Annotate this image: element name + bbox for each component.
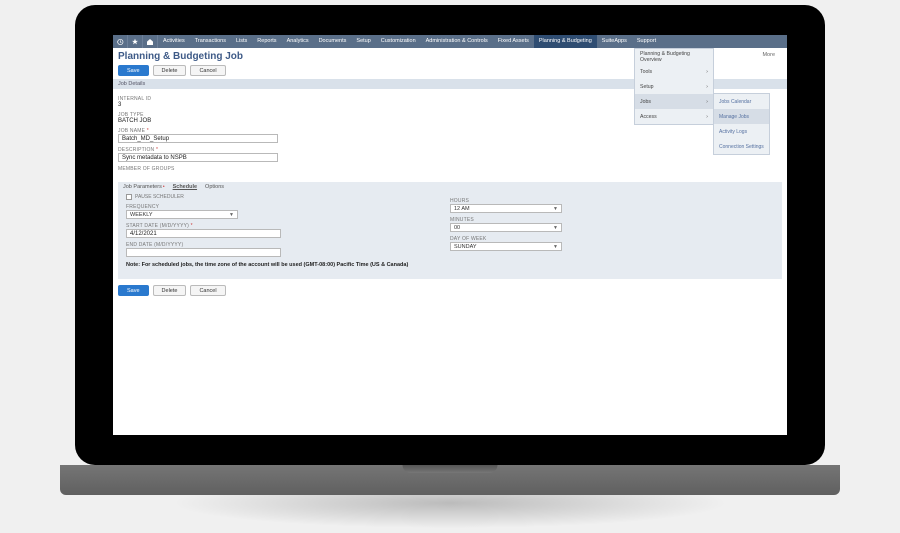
delete-button-bottom[interactable]: Delete bbox=[153, 285, 187, 296]
submenu-jobs-calendar[interactable]: Jobs Calendar bbox=[714, 94, 769, 109]
menu-jobs[interactable]: Jobs› bbox=[635, 94, 713, 109]
frequency-select[interactable]: WEEKLY▼ bbox=[126, 210, 238, 219]
delete-button[interactable]: Delete bbox=[153, 65, 187, 76]
nav-setup[interactable]: Setup bbox=[351, 35, 375, 48]
more-link[interactable]: More bbox=[762, 52, 775, 58]
schedule-col-left: PAUSE SCHEDULER FREQUENCY WEEKLY▼ START … bbox=[126, 194, 450, 257]
start-date-label: START DATE (M/D/YYYY) * bbox=[126, 223, 450, 229]
nav-transactions[interactable]: Transactions bbox=[190, 35, 231, 48]
main-nav: ActivitiesTransactionsListsReportsAnalyt… bbox=[158, 35, 661, 48]
nav-lists[interactable]: Lists bbox=[231, 35, 252, 48]
app-screen: ActivitiesTransactionsListsReportsAnalyt… bbox=[113, 35, 787, 435]
chevron-right-icon: › bbox=[706, 84, 708, 90]
history-icon[interactable] bbox=[113, 35, 128, 48]
topbar: ActivitiesTransactionsListsReportsAnalyt… bbox=[113, 35, 787, 48]
hours-select[interactable]: 12 AM▼ bbox=[450, 204, 562, 213]
nav-planning-budgeting[interactable]: Planning & Budgeting bbox=[534, 35, 597, 48]
menu-tools[interactable]: Tools› bbox=[635, 64, 713, 79]
submenu-connection-settings[interactable]: Connection Settings bbox=[714, 139, 769, 154]
submenu-manage-jobs[interactable]: Manage Jobs bbox=[714, 109, 769, 124]
minutes-select[interactable]: 00▼ bbox=[450, 223, 562, 232]
chevron-right-icon: › bbox=[706, 69, 708, 75]
nav-activities[interactable]: Activities bbox=[158, 35, 190, 48]
chevron-right-icon: › bbox=[706, 114, 708, 120]
nav-fixed-assets[interactable]: Fixed Assets bbox=[493, 35, 534, 48]
home-icon[interactable] bbox=[143, 35, 158, 48]
nav-documents[interactable]: Documents bbox=[314, 35, 352, 48]
menu-setup[interactable]: Setup› bbox=[635, 79, 713, 94]
end-date-label: END DATE (M/D/YYYY) bbox=[126, 242, 450, 248]
nav-reports[interactable]: Reports bbox=[252, 35, 281, 48]
save-button[interactable]: Save bbox=[118, 65, 149, 76]
pause-scheduler-checkbox[interactable]: PAUSE SCHEDULER bbox=[126, 194, 450, 200]
laptop-base bbox=[60, 465, 840, 495]
timezone-note: Note: For scheduled jobs, the time zone … bbox=[118, 259, 782, 271]
nav-analytics[interactable]: Analytics bbox=[282, 35, 314, 48]
tabs-section: Job Parameters• Schedule Options PAUSE S… bbox=[118, 182, 782, 279]
nav-administration-controls[interactable]: Administration & Controls bbox=[421, 35, 493, 48]
description-input[interactable]: Sync metadata to NSPB bbox=[118, 153, 278, 162]
tab-schedule[interactable]: Schedule bbox=[173, 184, 197, 190]
menu-access[interactable]: Access› bbox=[635, 109, 713, 124]
planning-budgeting-menu: Planning & Budgeting OverviewTools›Setup… bbox=[634, 48, 714, 125]
star-icon[interactable] bbox=[128, 35, 143, 48]
action-bar-bottom: Save Delete Cancel bbox=[113, 279, 787, 302]
start-date-input[interactable]: 4/12/2021 bbox=[126, 229, 281, 238]
schedule-col-right: HOURS 12 AM▼ MINUTES 00▼ DAY OF WEEK SUN… bbox=[450, 194, 774, 257]
tab-job-parameters[interactable]: Job Parameters• bbox=[123, 184, 165, 190]
nav-support[interactable]: Support bbox=[632, 35, 661, 48]
cancel-button-bottom[interactable]: Cancel bbox=[190, 285, 225, 296]
tabs-bar: Job Parameters• Schedule Options bbox=[118, 182, 782, 192]
dow-select[interactable]: SUNDAY▼ bbox=[450, 242, 562, 251]
cancel-button[interactable]: Cancel bbox=[190, 65, 225, 76]
member-of-groups-label: MEMBER OF GROUPS bbox=[118, 166, 782, 172]
nav-customization[interactable]: Customization bbox=[376, 35, 421, 48]
job-name-input[interactable]: Batch_MD_Setup bbox=[118, 134, 278, 143]
jobs-submenu: Jobs CalendarManage JobsActivity LogsCon… bbox=[713, 93, 770, 155]
chevron-right-icon: › bbox=[706, 99, 708, 105]
nav-suiteapps[interactable]: SuiteApps bbox=[597, 35, 632, 48]
tab-options[interactable]: Options bbox=[205, 184, 224, 190]
topbar-icons bbox=[113, 35, 158, 48]
menu-planning-budgeting-overview[interactable]: Planning & Budgeting Overview bbox=[635, 49, 713, 64]
submenu-activity-logs[interactable]: Activity Logs bbox=[714, 124, 769, 139]
save-button-bottom[interactable]: Save bbox=[118, 285, 149, 296]
end-date-input[interactable] bbox=[126, 248, 281, 257]
